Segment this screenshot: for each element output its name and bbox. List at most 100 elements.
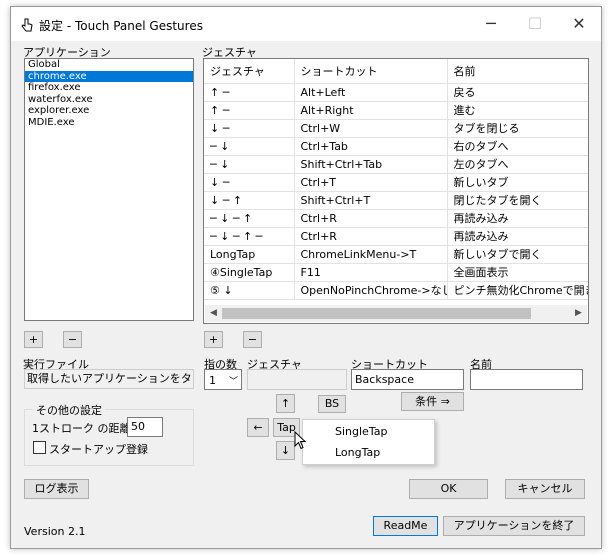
column-header-shortcut[interactable]: ショートカット xyxy=(294,59,448,84)
cell-shortcut: F11 xyxy=(294,263,448,282)
column-header-gesture[interactable]: ジェスチャ xyxy=(204,59,295,84)
cell-shortcut: Ctrl+R xyxy=(294,209,448,228)
scrollbar-thumb[interactable] xyxy=(222,308,531,319)
table-row[interactable]: ↓ ─ Ctrl+W タブを閉じる xyxy=(204,119,588,138)
maximize-button[interactable]: ☐ xyxy=(513,7,557,41)
cell-shortcut: Alt+Right xyxy=(294,101,448,120)
table-row[interactable]: ─ ↓ Shift+Ctrl+Tab 左のタブへ xyxy=(204,155,588,174)
show-log-button[interactable]: ログ表示 xyxy=(24,479,89,499)
list-item[interactable]: explorer.exe xyxy=(25,105,193,117)
cell-gesture: ─ ↓ xyxy=(204,155,295,174)
cell-gesture: ─ ↓ ─ ↑ ─ xyxy=(204,227,295,246)
cell-name: 進む xyxy=(447,101,588,120)
table-row[interactable]: ↑ ─ Alt+Left 戻る xyxy=(204,83,588,102)
up-arrow-button[interactable]: ↑ xyxy=(276,394,295,413)
cell-name: 再読み込み xyxy=(447,209,588,228)
cell-gesture: ↑ ─ xyxy=(204,101,295,120)
fingers-value: 1 xyxy=(209,374,216,387)
remove-gesture-button[interactable]: − xyxy=(243,331,262,348)
cell-shortcut: Alt+Left xyxy=(294,83,448,102)
table-row[interactable]: ↑ ─ Alt+Right 進む xyxy=(204,101,588,120)
cell-name: 全画面表示 xyxy=(447,263,588,282)
stroke-distance-label: 1ストローク の距離: xyxy=(32,422,135,435)
cell-name: 左のタブへ xyxy=(447,155,588,174)
other-settings-group: その他の設定 xyxy=(24,402,194,466)
gesture-field xyxy=(247,369,347,390)
cell-name: 新しいタブで開く xyxy=(447,245,588,264)
left-arrow-button[interactable]: ← xyxy=(247,418,269,437)
table-row[interactable]: ↓ ─ ↑ Shift+Ctrl+T 閉じたタブを開く xyxy=(204,191,588,210)
horizontal-scrollbar[interactable]: ◀ ▶ xyxy=(205,305,587,322)
scroll-right-icon[interactable]: ▶ xyxy=(570,305,587,322)
cell-gesture: ↓ ─ xyxy=(204,119,295,138)
cell-shortcut: Ctrl+R xyxy=(294,227,448,246)
cell-shortcut: Shift+Ctrl+Tab xyxy=(294,155,448,174)
list-item[interactable]: MDIE.exe xyxy=(25,117,193,129)
tap-popup-menu: SingleTap LongTap xyxy=(302,419,435,465)
title-bar: 設定 - Touch Panel Gestures ─ ☐ ✕ xyxy=(11,7,601,41)
gestures-table[interactable]: ジェスチャ ショートカット 名前 ↑ ─ Alt+Left 戻る ↑ ─ Alt+Rig… xyxy=(203,58,589,324)
backspace-button[interactable]: BS xyxy=(318,395,346,413)
table-row[interactable]: ↓ ─ Ctrl+T 新しいタブ xyxy=(204,173,588,192)
cell-shortcut: Shift+Ctrl+T xyxy=(294,191,448,210)
hand-app-icon xyxy=(21,18,33,32)
cell-name: 右のタブへ xyxy=(447,137,588,156)
cell-gesture: ↓ ─ xyxy=(204,173,295,192)
cell-gesture: ↑ ─ xyxy=(204,83,295,102)
cell-gesture: LongTap xyxy=(204,245,295,264)
cell-name: 閉じたタブを開く xyxy=(447,191,588,210)
chevron-down-icon: ﹀ xyxy=(228,377,238,387)
list-item-selected[interactable]: chrome.exe xyxy=(25,70,193,82)
down-arrow-button[interactable]: ↓ xyxy=(276,441,295,460)
list-item[interactable]: Global xyxy=(25,59,193,71)
table-row[interactable]: ─ ↓ ─ ↑ Ctrl+R 再読み込み xyxy=(204,209,588,228)
close-button[interactable]: ✕ xyxy=(557,7,601,41)
remove-application-button[interactable]: − xyxy=(63,331,82,348)
list-item[interactable]: firefox.exe xyxy=(25,82,193,94)
mouse-cursor-icon xyxy=(294,431,306,450)
add-application-button[interactable]: + xyxy=(24,331,43,348)
readme-button[interactable]: ReadMe xyxy=(373,516,438,536)
add-gesture-button[interactable]: + xyxy=(204,331,223,348)
table-row[interactable]: ─ ↓ Ctrl+Tab 右のタブへ xyxy=(204,137,588,156)
settings-window: 設定 - Touch Panel Gestures ─ ☐ ✕ アプリケーション… xyxy=(10,6,602,549)
cell-gesture: ④SingleTap xyxy=(204,263,295,282)
table-header-row: ジェスチャ ショートカット 名前 xyxy=(204,59,588,84)
version-label: Version 2.1 xyxy=(24,525,86,538)
applications-list[interactable]: Global chrome.exe firefox.exe waterfox.e… xyxy=(24,58,194,321)
fingers-select[interactable]: 1 ﹀ xyxy=(204,369,242,390)
shortcut-field[interactable]: Backspace xyxy=(351,369,464,390)
cell-shortcut: Ctrl+W xyxy=(294,119,448,138)
table-row[interactable]: ⑤ ↓OpenNoPinchChrome->なしピンチ無効化Chromeで開き直… xyxy=(204,281,588,300)
column-header-name[interactable]: 名前 xyxy=(447,59,588,84)
exit-application-button[interactable]: アプリケーションを終了 xyxy=(443,516,585,536)
window-title: 設定 - Touch Panel Gestures xyxy=(39,19,203,33)
exec-file-field[interactable]: 取得したいアプリケーションをタッチ xyxy=(24,369,194,389)
cell-shortcut: OpenNoPinchChrome->なし xyxy=(294,281,448,300)
condition-button[interactable]: 条件 ⇒ xyxy=(401,392,464,411)
cell-shortcut: Ctrl+Tab xyxy=(294,137,448,156)
startup-checkbox[interactable] xyxy=(33,441,46,454)
cell-gesture: ─ ↓ ─ ↑ xyxy=(204,209,295,228)
cell-name: ピンチ無効化Chromeで開き直す xyxy=(447,281,588,300)
cell-name: タブを閉じる xyxy=(447,119,588,138)
cell-shortcut: Ctrl+T xyxy=(294,173,448,192)
cancel-button[interactable]: キャンセル xyxy=(505,479,585,499)
other-settings-title: その他の設定 xyxy=(33,402,105,418)
cell-shortcut: ChromeLinkMenu->T xyxy=(294,245,448,264)
table-row[interactable]: ④SingleTap F11 全画面表示 xyxy=(204,263,588,282)
cell-gesture: ↓ ─ ↑ xyxy=(204,191,295,210)
scroll-left-icon[interactable]: ◀ xyxy=(205,305,222,322)
menu-item-longtap[interactable]: LongTap xyxy=(335,446,380,459)
ok-button[interactable]: OK xyxy=(409,479,488,499)
stroke-distance-input[interactable]: 50 xyxy=(127,417,163,437)
name-field[interactable] xyxy=(470,369,583,390)
cell-gesture: ─ ↓ xyxy=(204,137,295,156)
cell-gesture: ⑤ ↓ xyxy=(204,281,295,300)
list-item[interactable]: waterfox.exe xyxy=(25,94,193,106)
menu-item-singletap[interactable]: SingleTap xyxy=(335,425,387,438)
cell-name: 再読み込み xyxy=(447,227,588,246)
table-row[interactable]: ─ ↓ ─ ↑ ─ Ctrl+R 再読み込み xyxy=(204,227,588,246)
table-row[interactable]: LongTap ChromeLinkMenu->T 新しいタブで開く xyxy=(204,245,588,264)
minimize-button[interactable]: ─ xyxy=(469,7,513,41)
